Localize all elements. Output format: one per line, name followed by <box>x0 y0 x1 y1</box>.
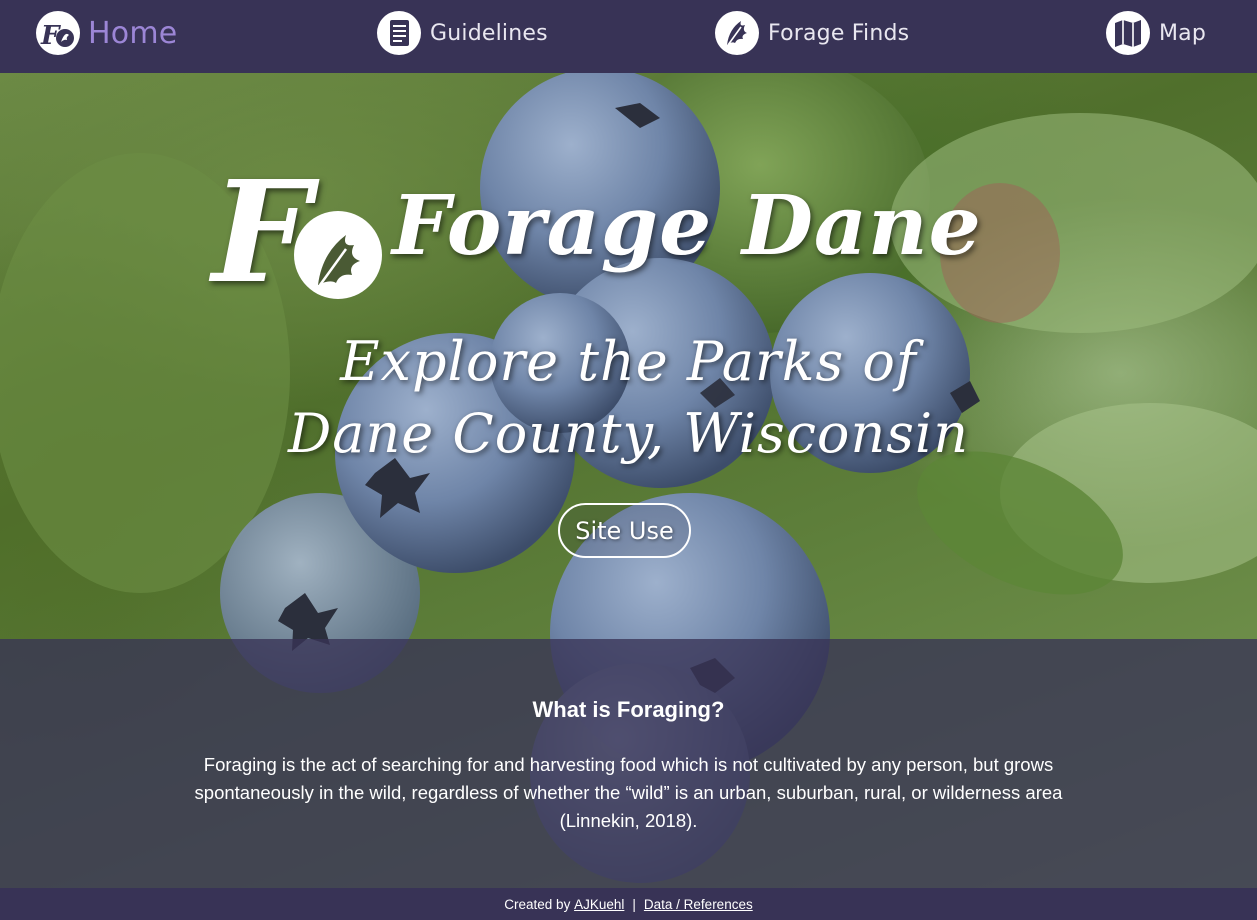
fd-logo-icon: F <box>36 11 80 55</box>
footer-separator: | <box>632 896 636 912</box>
fd-leaf-logo-icon <box>294 211 382 299</box>
references-link[interactable]: Data / References <box>644 897 753 912</box>
info-panel: What is Foraging? Foraging is the act of… <box>0 639 1257 888</box>
hero-banner: F Forage Dane Explore the Parks of Dane … <box>0 73 1257 888</box>
nav-map[interactable]: Map <box>1106 10 1206 56</box>
footer-created-by: Created by <box>504 896 571 912</box>
info-heading: What is Foraging? <box>532 697 725 722</box>
author-link[interactable]: AJKuehl <box>574 897 624 912</box>
nav-map-label: Map <box>1159 20 1207 46</box>
info-body: Foraging is the act of searching for and… <box>194 754 1063 831</box>
nav-forage-finds[interactable]: Forage Finds <box>715 10 909 56</box>
nav-home[interactable]: F Home <box>36 10 177 56</box>
tagline-line2: Dane County, Wisconsin <box>288 402 969 465</box>
map-icon <box>1106 11 1150 55</box>
site-use-button[interactable]: Site Use <box>558 503 691 558</box>
top-nav: F Home Guidelines Forage Finds Map <box>0 0 1257 73</box>
nav-guidelines[interactable]: Guidelines <box>377 10 548 56</box>
document-icon <box>377 11 421 55</box>
tagline-line1: Explore the Parks of <box>340 330 917 393</box>
logo-title: Forage Dane <box>392 178 982 274</box>
nav-guidelines-label: Guidelines <box>430 20 548 46</box>
footer: Created by AJKuehl | Data / References <box>0 888 1257 920</box>
leaf-icon <box>715 11 759 55</box>
nav-forage-finds-label: Forage Finds <box>768 20 910 46</box>
nav-home-label: Home <box>88 15 178 51</box>
